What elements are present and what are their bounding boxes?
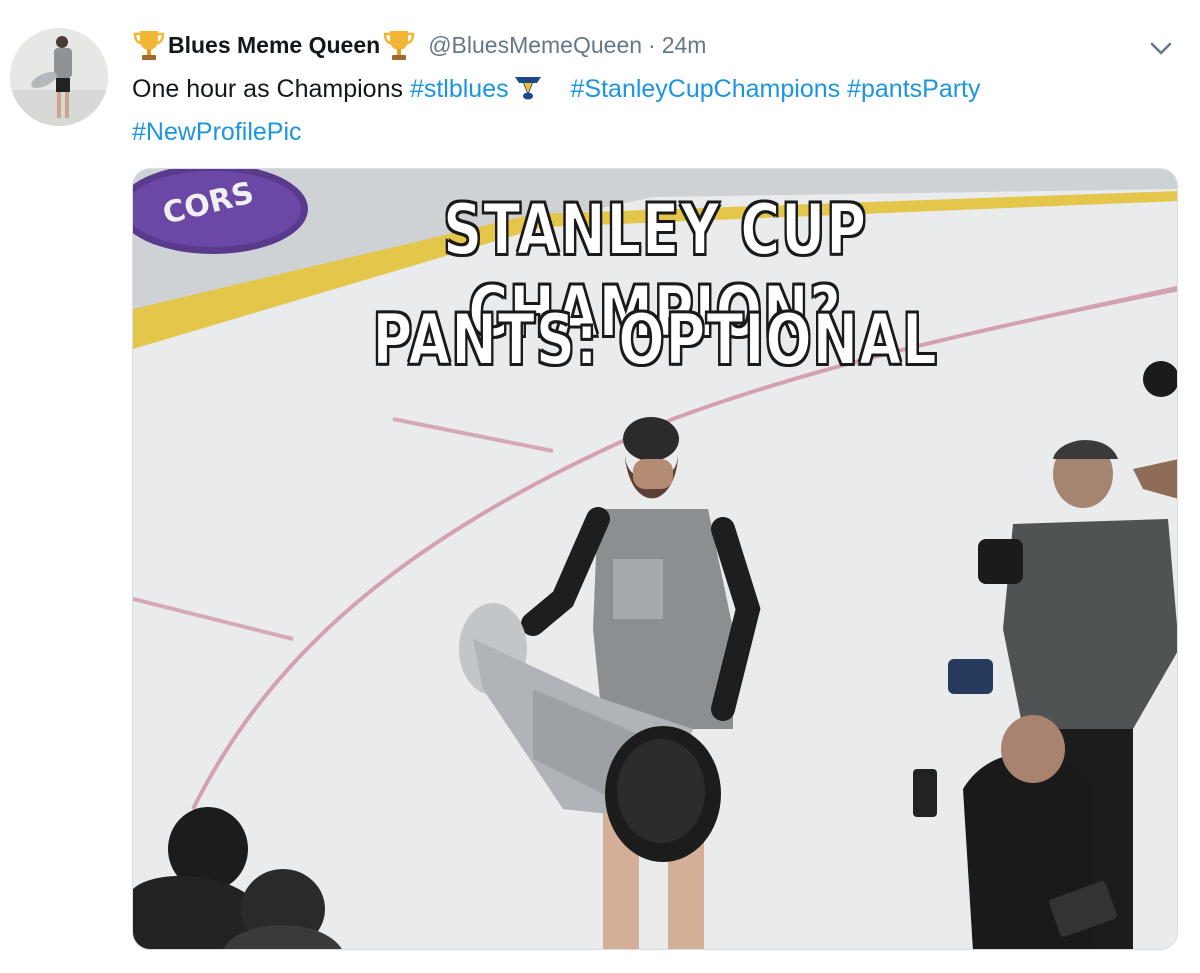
tweet-text: One hour as Champions #stlblues #Stanley… [132,68,1162,154]
chevron-down-icon[interactable] [1146,36,1176,62]
avatar[interactable] [10,28,108,126]
tweet-header: Blues Meme Queen @BluesMemeQueen · 24m [132,27,706,63]
meta-separator: · [648,31,656,58]
blues-note-icon [514,77,541,100]
hashtag-stanleycupchampions[interactable]: #StanleyCupChampions [571,75,841,103]
trophy-icon [383,31,415,60]
display-name[interactable]: Blues Meme Queen [168,32,380,59]
tweet-text-plain: One hour as Champions [132,75,403,103]
user-handle[interactable]: @BluesMemeQueen [428,32,642,59]
meme-caption-line2: PANTS: OPTIONAL [372,298,938,382]
tweet-timestamp[interactable]: 24m [662,32,707,59]
hashtag-stlblues[interactable]: #stlblues [410,75,509,103]
tweet-card: Blues Meme Queen @BluesMemeQueen · 24m O… [0,0,1200,973]
trophy-icon [133,31,165,60]
tweet-media-image[interactable]: CORS STANLEY CUP CHAMPION? PANTS: OPTION… [132,168,1178,950]
hashtag-newprofilepic[interactable]: #NewProfilePic [132,118,302,146]
hashtag-pantsparty[interactable]: #pantsParty [847,75,980,103]
